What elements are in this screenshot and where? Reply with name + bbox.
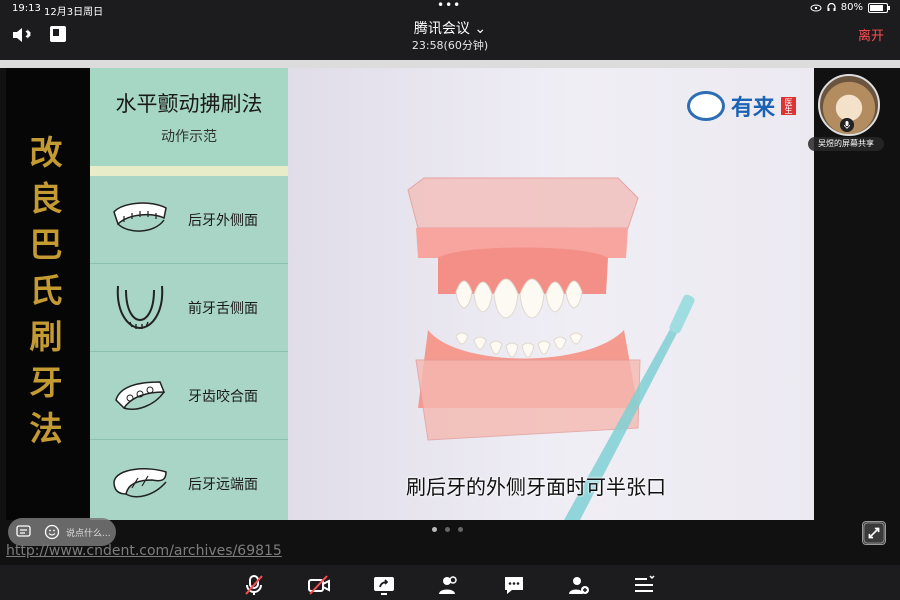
- expand-icon[interactable]: [862, 521, 886, 545]
- panel-header: 水平颤动拂刷法 动作示范: [90, 68, 288, 166]
- screen-share-label: 吴煜的屏幕共享: [808, 137, 884, 151]
- list-item: 牙齿咬合面: [90, 352, 288, 440]
- video-caption: 刷后牙的外侧牙面时可半张口: [406, 475, 666, 499]
- meeting-header: 腾讯会议 ⌄ 23:58(60分钟) 离开: [0, 18, 900, 60]
- battery-icon: [868, 2, 890, 13]
- meeting-duration: 23:58(60分钟): [411, 39, 489, 52]
- status-date: 12月3日周日: [44, 7, 104, 18]
- stage-top-strip: [0, 60, 900, 68]
- list-item: 后牙外侧面: [90, 176, 288, 264]
- vertical-title: 改良巴氏刷牙法: [29, 133, 63, 448]
- participants-icon[interactable]: [437, 573, 461, 597]
- demo-photo: 有来 医生 刷后牙的外侧牙面时可半张口: [288, 68, 814, 520]
- camera-off-icon[interactable]: [307, 573, 331, 597]
- item-label: 牙齿咬合面: [188, 389, 258, 405]
- shared-screen: 改良巴氏刷牙法 水平颤动拂刷法 动作示范 后牙外侧面 前牙舌侧面 牙齿咬合面 后…: [6, 68, 814, 520]
- front-lingual-icon: [116, 285, 164, 330]
- meeting-title[interactable]: 腾讯会议 ⌄: [0, 18, 900, 38]
- dental-model-image: [407, 177, 695, 520]
- page-dot[interactable]: [458, 527, 463, 532]
- status-indicators: 80%: [810, 2, 890, 13]
- screen-record-icon: [810, 4, 822, 11]
- leave-button[interactable]: 离开: [858, 25, 884, 44]
- panel-divider: [90, 166, 288, 176]
- molar-distal-icon: [113, 468, 167, 498]
- microphone-icon: [840, 118, 854, 132]
- item-label: 后牙远端面: [188, 477, 258, 493]
- chat-input-pill[interactable]: 说点什么...: [8, 518, 116, 546]
- chevron-down-icon: ⌄: [474, 21, 487, 37]
- status-bar: 19:13 12月3日周日 ••• 80%: [0, 0, 900, 18]
- item-label: 后牙外侧面: [188, 213, 258, 229]
- panel-subtitle: 动作示范: [161, 129, 217, 145]
- list-item: 后牙远端面: [90, 440, 288, 520]
- chat-icon[interactable]: [502, 573, 526, 597]
- invite-user-icon[interactable]: [567, 573, 591, 597]
- meeting-title-text: 腾讯会议: [413, 21, 470, 37]
- list-item: 前牙舌侧面: [90, 264, 288, 352]
- page-dot[interactable]: [432, 527, 437, 532]
- emoji-icon[interactable]: [44, 524, 60, 540]
- battery-percent: 80%: [840, 2, 863, 13]
- item-label: 前牙舌侧面: [188, 301, 258, 317]
- technique-panel: 水平颤动拂刷法 动作示范 后牙外侧面 前牙舌侧面 牙齿咬合面 后牙远端面: [90, 68, 288, 520]
- more-menu-icon[interactable]: [632, 573, 656, 597]
- meeting-toolbar: [0, 565, 900, 600]
- chat-list-icon[interactable]: [16, 524, 32, 540]
- page-indicator: [432, 527, 463, 532]
- share-screen-icon[interactable]: [372, 573, 396, 597]
- molar-outer-icon: [113, 202, 167, 232]
- multitask-dots-icon[interactable]: •••: [437, 0, 461, 12]
- url-overlay: http://www.cndent.com/archives/69815: [6, 543, 282, 559]
- headphones-icon: [827, 3, 836, 11]
- panel-title: 水平颤动拂刷法: [115, 92, 263, 116]
- microphone-muted-icon[interactable]: [242, 573, 266, 597]
- occlusal-icon: [115, 381, 166, 410]
- chat-placeholder: 说点什么...: [66, 529, 111, 539]
- page-dot[interactable]: [445, 527, 450, 532]
- status-time: 19:13: [12, 3, 41, 14]
- slide-title-column: 改良巴氏刷牙法: [6, 68, 90, 520]
